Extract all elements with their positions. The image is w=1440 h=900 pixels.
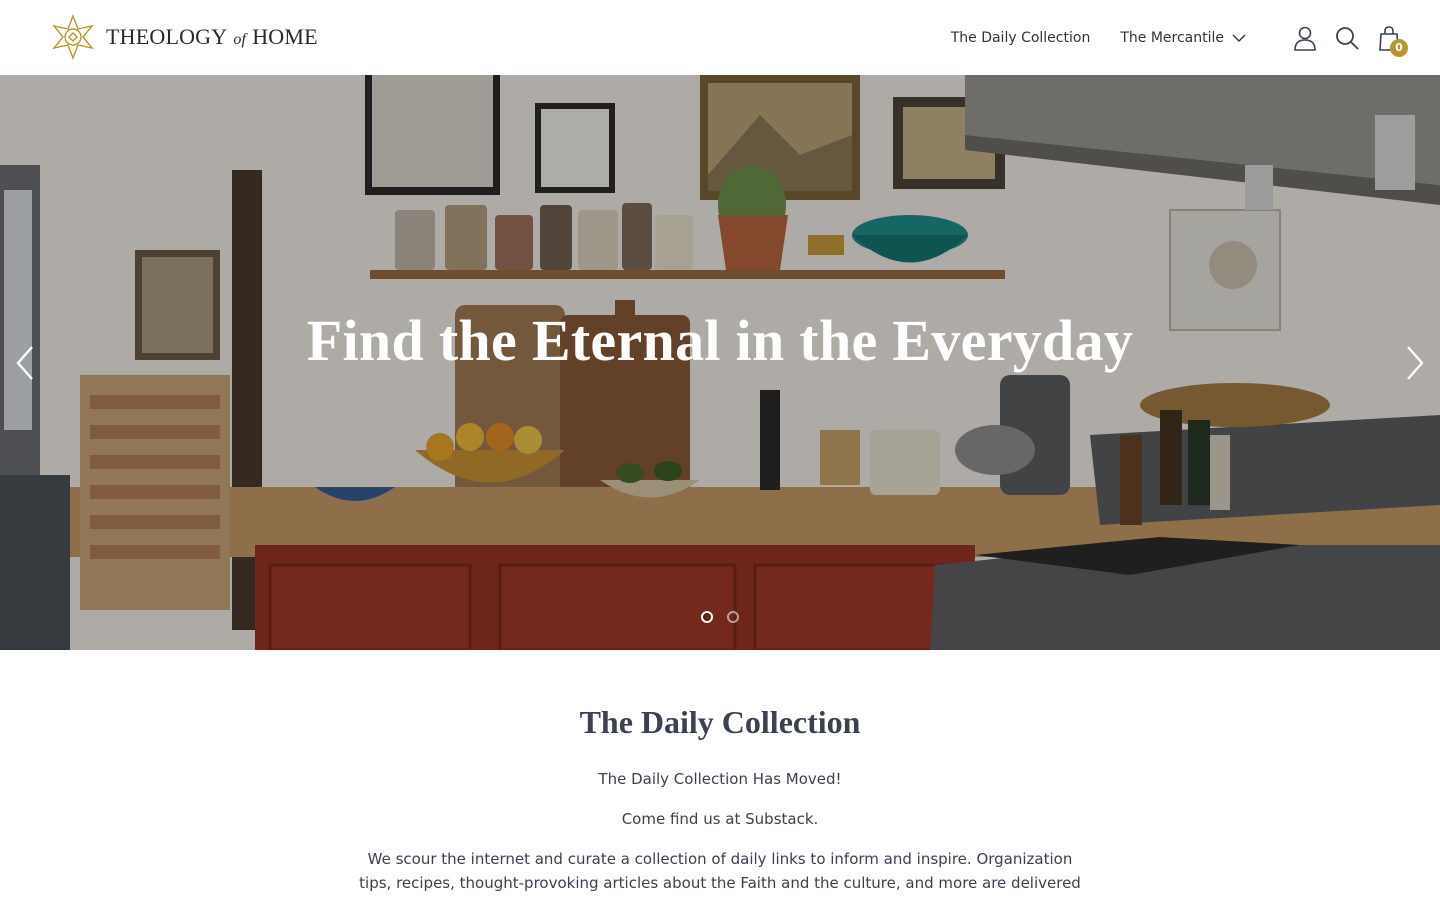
slide-dot-1[interactable] [701, 611, 713, 623]
nav-daily-collection-label: The Daily Collection [950, 29, 1091, 46]
section-description: We scour the internet and curate a colle… [359, 850, 1081, 900]
chevron-right-icon[interactable] [1402, 343, 1426, 383]
account-icon[interactable] [1292, 25, 1318, 51]
hero-title: Find the Eternal in the Everyday [306, 308, 1134, 373]
logo-word-home: HOME [252, 24, 318, 49]
hero-slideshow: Find the Eternal in the Everyday [0, 75, 1440, 650]
daily-collection-section: The Daily Collection The Daily Collectio… [0, 650, 1440, 900]
logo-wordmark: THEOLOGY of HOME [106, 24, 318, 50]
search-icon[interactable] [1334, 25, 1360, 51]
cart-button[interactable]: 0 [1376, 25, 1408, 57]
nav-mercantile-label: The Mercantile [1120, 29, 1224, 46]
nav-mercantile[interactable]: The Mercantile [1120, 30, 1246, 46]
chevron-down-icon [1232, 34, 1246, 42]
cart-count-badge: 0 [1390, 38, 1408, 57]
chevron-left-icon[interactable] [14, 343, 38, 383]
section-title: The Daily Collection [579, 704, 861, 740]
logo-word-of: of [233, 31, 247, 48]
nav-daily-collection[interactable]: The Daily Collection [951, 30, 1091, 46]
logo-word-theology: THEOLOGY [106, 24, 228, 49]
site-header: THEOLOGY of HOME The Daily Collection Th… [0, 0, 1440, 75]
slide-dot-2[interactable] [727, 611, 739, 623]
logo-star-icon [52, 14, 94, 60]
site-logo[interactable]: THEOLOGY of HOME [50, 14, 318, 60]
main-nav: The Daily Collection The Mercantile 0 [951, 0, 1408, 75]
substack-notice: Come find us at Substack. [621, 810, 819, 828]
slide-dots [0, 611, 1440, 623]
moved-notice: The Daily Collection Has Moved! [598, 770, 842, 788]
